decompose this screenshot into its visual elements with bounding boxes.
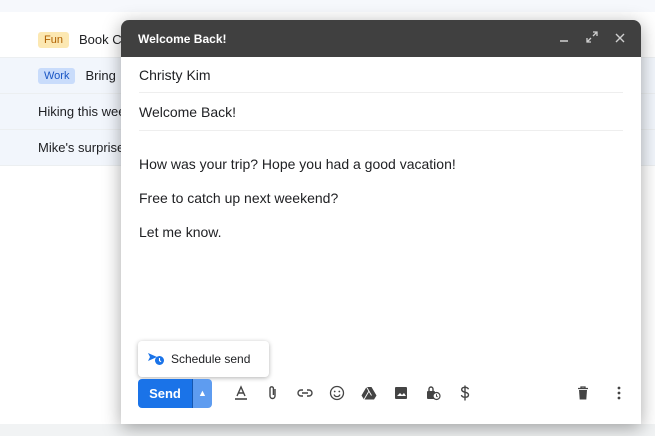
photo-icon[interactable]: [392, 384, 410, 402]
schedule-send-label: Schedule send: [171, 352, 251, 366]
label-chip-work: Work: [38, 67, 76, 84]
send-button[interactable]: Send: [138, 378, 192, 408]
subject-text: Welcome Back!: [139, 103, 236, 120]
close-icon[interactable]: [613, 31, 627, 46]
emoji-icon[interactable]: [328, 384, 346, 402]
compose-window: Welcome Back! Christy Kim Welcome Back! …: [121, 20, 641, 424]
discard-icon[interactable]: [574, 384, 592, 402]
more-options-icon[interactable]: [610, 384, 628, 402]
message-body[interactable]: How was your trip? Hope you had a good v…: [139, 147, 623, 249]
more-send-options-button[interactable]: ▲: [192, 378, 212, 408]
inbox-top-band: [0, 0, 655, 12]
compose-toolbar: Send ▲: [138, 378, 628, 408]
inbox-row-text: Bring: [85, 68, 116, 83]
schedule-send-icon: [148, 353, 164, 365]
drive-icon[interactable]: [360, 384, 378, 402]
confidential-icon[interactable]: [424, 384, 442, 402]
recipients-field[interactable]: Christy Kim: [139, 57, 623, 93]
label-chip-fun: Fun: [38, 31, 69, 48]
recipient-chip[interactable]: Christy Kim: [139, 67, 211, 83]
body-line: How was your trip? Hope you had a good v…: [139, 156, 456, 172]
link-icon[interactable]: [296, 384, 314, 402]
money-icon[interactable]: [456, 384, 474, 402]
formatting-icon[interactable]: [232, 384, 250, 402]
caret-up-icon: ▲: [198, 388, 207, 398]
fullscreen-icon[interactable]: [585, 31, 599, 46]
body-line: Free to catch up next weekend?: [139, 190, 339, 206]
attach-icon[interactable]: [264, 384, 282, 402]
minimize-icon[interactable]: [557, 31, 571, 46]
inbox-bottom-band: [0, 424, 655, 436]
inbox-row-text: Hiking this wee: [38, 104, 126, 119]
compose-header: Welcome Back!: [121, 20, 641, 57]
inbox-row-text: Book C: [78, 32, 122, 47]
compose-title: Welcome Back!: [138, 31, 227, 46]
inbox-row-text: Mike's surprise: [38, 140, 125, 155]
body-line: Let me know.: [139, 224, 222, 240]
subject-field[interactable]: Welcome Back!: [139, 93, 623, 131]
schedule-send-option[interactable]: Schedule send: [138, 341, 269, 377]
